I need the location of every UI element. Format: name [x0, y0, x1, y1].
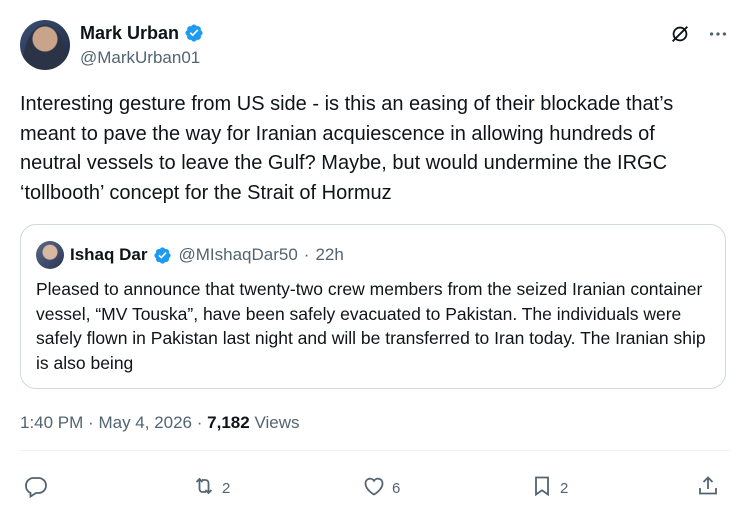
tweet-header: Mark Urban @MarkUrban01 — [20, 20, 730, 72]
verified-badge-icon[interactable] — [153, 246, 172, 265]
grok-icon[interactable] — [668, 22, 692, 46]
repost-button[interactable]: 2 — [192, 474, 230, 502]
verified-badge-icon[interactable] — [184, 23, 204, 43]
meta-separator: · — [196, 413, 203, 432]
more-icon[interactable] — [706, 22, 730, 46]
meta-separator: · — [303, 245, 310, 264]
quote-timestamp[interactable]: 22h — [315, 245, 343, 265]
like-button[interactable]: 6 — [362, 474, 400, 502]
quote-author-handle[interactable]: @MIshaqDar50 — [178, 245, 297, 265]
author-info: Mark Urban @MarkUrban01 — [80, 22, 204, 70]
bookmark-button[interactable]: 2 — [530, 474, 568, 502]
author-avatar[interactable] — [20, 20, 70, 70]
tweet-date[interactable]: May 4, 2026 — [98, 413, 192, 432]
share-button[interactable] — [696, 474, 720, 502]
tweet-text: Interesting gesture from US side - is th… — [20, 93, 674, 204]
meta-separator: · — [88, 413, 94, 432]
bookmark-count: 2 — [560, 479, 569, 497]
author-name[interactable]: Mark Urban — [80, 22, 179, 44]
reply-button[interactable] — [24, 474, 54, 502]
divider — [20, 450, 730, 451]
views-label: Views — [254, 413, 300, 432]
author-handle[interactable]: @MarkUrban01 — [80, 46, 204, 70]
views-count: 7,182 — [207, 413, 250, 432]
like-icon — [362, 474, 386, 502]
bookmark-icon — [530, 474, 554, 502]
quoted-tweet[interactable]: Ishaq Dar @MIshaqDar50 · 22h Pleased to … — [20, 224, 726, 389]
like-count: 6 — [392, 479, 401, 497]
quote-author-name[interactable]: Ishaq Dar — [70, 245, 147, 265]
repost-icon — [192, 474, 216, 502]
share-icon — [696, 474, 720, 502]
action-bar: 2 6 2 — [24, 474, 724, 500]
quote-author-avatar[interactable] — [36, 241, 64, 269]
reply-icon — [24, 474, 48, 502]
quote-text: Pleased to announce that twenty-two crew… — [36, 279, 706, 373]
tweet-time[interactable]: 1:40 PM — [20, 413, 83, 432]
repost-count: 2 — [222, 479, 231, 497]
tweet-meta: 1:40 PM · May 4, 2026 · 7,182 Views — [20, 413, 299, 433]
